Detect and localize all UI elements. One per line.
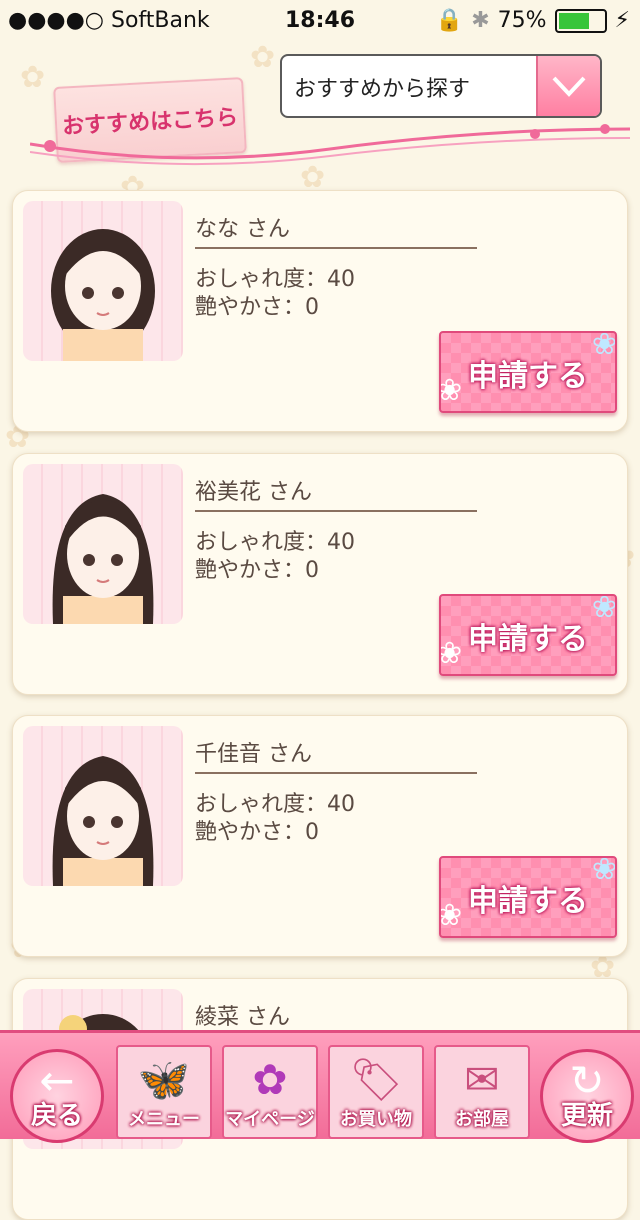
- menu-label: メニュー: [128, 1109, 200, 1130]
- battery-percent: 75%: [497, 8, 547, 33]
- menu-button[interactable]: 🦋 メニュー: [116, 1045, 212, 1139]
- glamour-level: 艶やかさ：0: [195, 820, 319, 845]
- apply-button-label: 申請する: [468, 884, 588, 919]
- avatar: [23, 726, 183, 886]
- avatar: [23, 464, 183, 624]
- battery-icon: [554, 8, 607, 33]
- back-label: 戻る: [30, 1101, 83, 1131]
- mypage-button[interactable]: ✿ マイページ: [222, 1045, 318, 1139]
- room-icon: ✉: [464, 1055, 500, 1104]
- user-card: 裕美花 さん おしゃれ度：40 艶やかさ：0 ❀ ❀ 申請する: [12, 453, 628, 695]
- shopping-button[interactable]: 🏷 お買い物: [328, 1045, 424, 1139]
- shopping-label: お買い物: [340, 1109, 412, 1130]
- avatar: [23, 201, 183, 361]
- dropdown-value: おすすめから探す: [294, 77, 471, 102]
- user-name: 綾菜 さん: [195, 1005, 290, 1030]
- user-name: なな さん: [195, 217, 290, 242]
- bluetooth-icon: ✱: [471, 8, 490, 33]
- room-button[interactable]: ✉ お部屋: [434, 1045, 530, 1139]
- status-bar: ●●●●○ SoftBank 18:46 🔒 ✱ 75% ⚡: [0, 0, 640, 40]
- dropdown-toggle-button[interactable]: [536, 56, 600, 116]
- apply-button[interactable]: ❀ ❀ 申請する: [439, 594, 617, 676]
- back-button[interactable]: ← 戻る: [10, 1049, 104, 1143]
- flower-icon: ✿: [252, 1055, 288, 1104]
- apply-button-label: 申請する: [468, 359, 588, 394]
- charging-icon: ⚡: [614, 8, 630, 33]
- lock-rotation-icon: 🔒: [435, 8, 464, 33]
- butterfly-icon: 🦋: [137, 1055, 191, 1104]
- glamour-level: 艶やかさ：0: [195, 558, 319, 583]
- ribbon-decoration: [30, 124, 630, 166]
- divider: [195, 510, 477, 512]
- refresh-label: 更新: [560, 1101, 613, 1131]
- user-card: 千佳音 さん おしゃれ度：40 艶やかさ：0 ❀ ❀ 申請する: [12, 715, 628, 957]
- recommend-filter-dropdown[interactable]: おすすめから探す: [280, 54, 602, 118]
- chevron-down-icon: [552, 76, 586, 97]
- user-name: 千佳音 さん: [195, 742, 312, 767]
- apply-button[interactable]: ❀ ❀ 申請する: [439, 331, 617, 413]
- bottom-nav: ← 戻る 🦋 メニュー ✿ マイページ 🏷 お買い物 ✉ お部屋 ↻ 更新: [0, 1030, 640, 1143]
- divider: [195, 772, 477, 774]
- apply-button[interactable]: ❀ ❀ 申請する: [439, 856, 617, 938]
- refresh-button[interactable]: ↻ 更新: [540, 1049, 634, 1143]
- room-label: お部屋: [455, 1109, 509, 1130]
- divider: [195, 247, 477, 249]
- apply-button-label: 申請する: [468, 622, 588, 657]
- glamour-level: 艶やかさ：0: [195, 295, 319, 320]
- user-name: 裕美花 さん: [195, 480, 312, 505]
- user-card: なな さん おしゃれ度：40 艶やかさ：0 ❀ ❀ 申請する: [12, 190, 628, 432]
- mypage-label: マイページ: [225, 1109, 315, 1130]
- shopping-tag-icon: 🏷: [349, 1055, 403, 1104]
